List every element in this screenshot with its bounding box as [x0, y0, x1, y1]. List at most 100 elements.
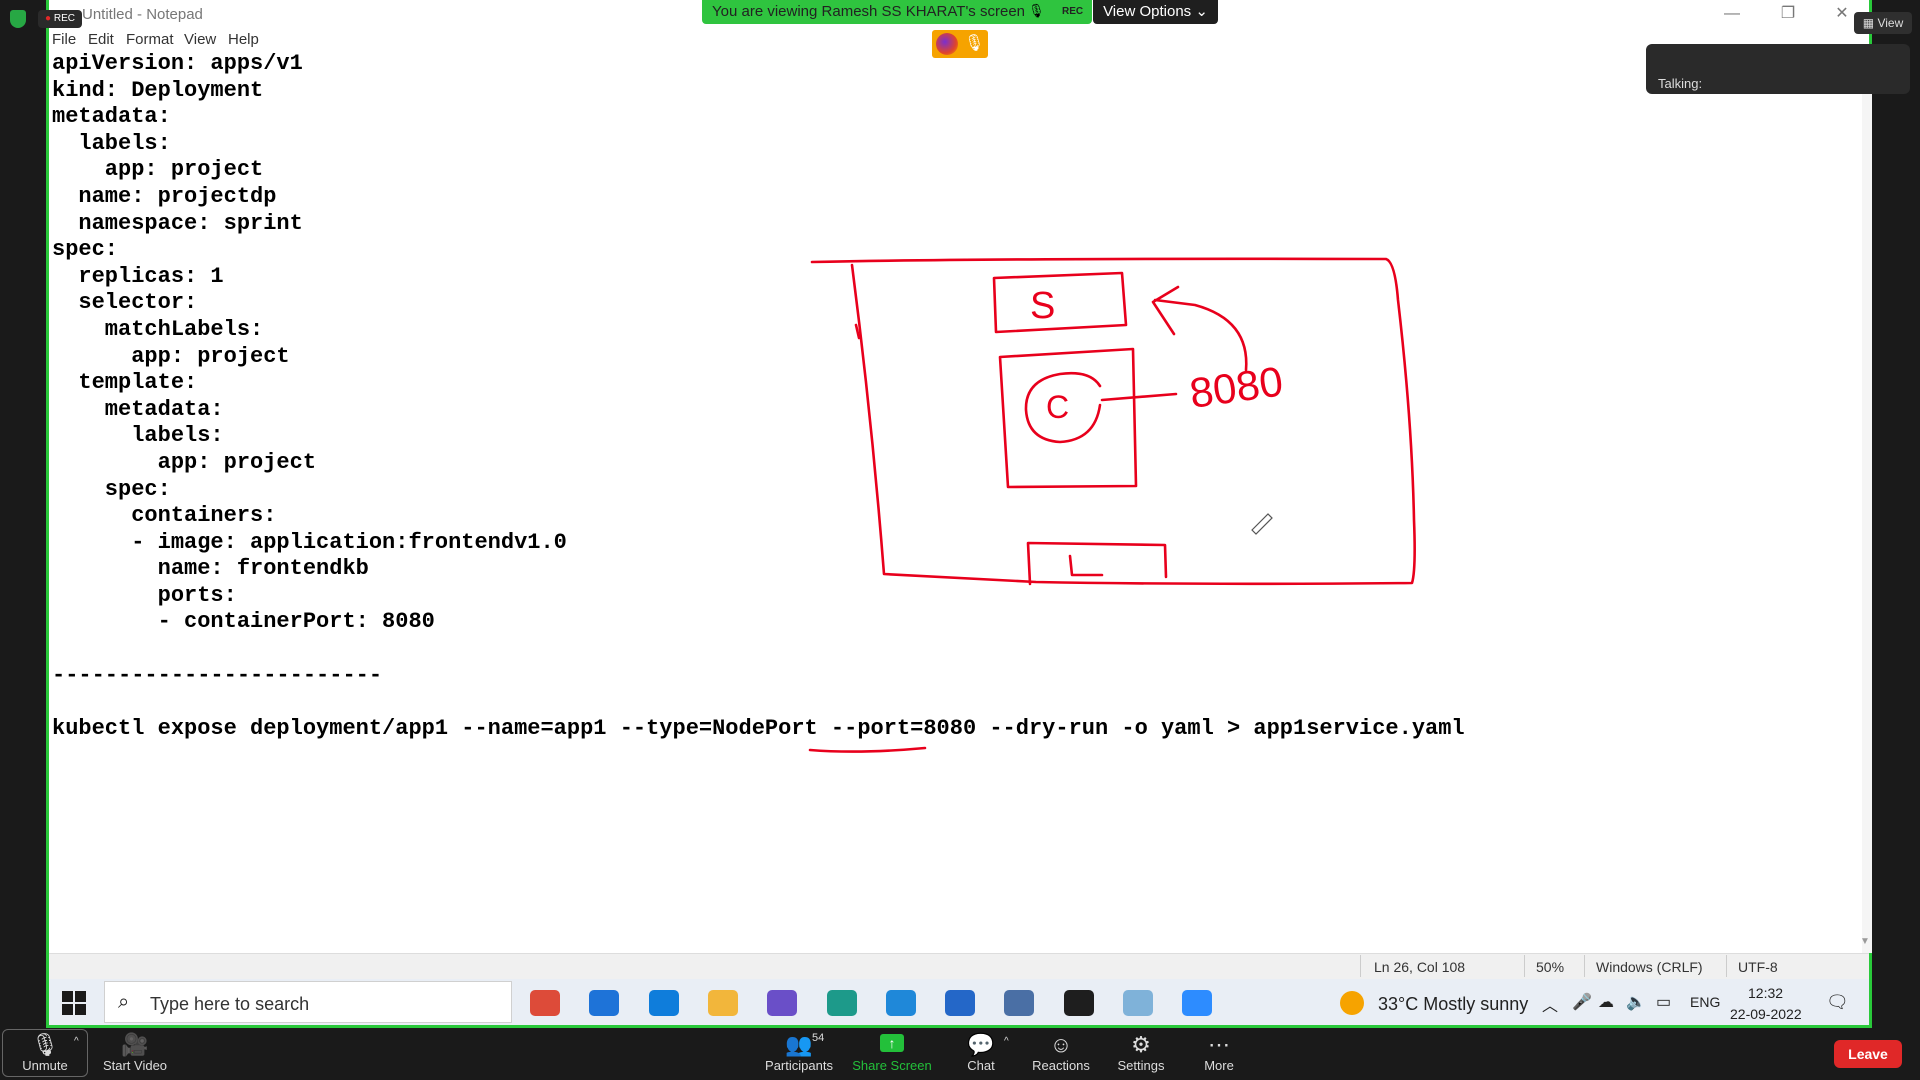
- chevron-down-icon: ⌄: [1195, 3, 1208, 20]
- encoding: UTF-8: [1738, 959, 1778, 975]
- menu-edit[interactable]: Edit: [88, 31, 114, 48]
- code-line: metadata:: [52, 396, 224, 422]
- weather-text[interactable]: 33°C Mostly sunny: [1378, 994, 1528, 1015]
- rec-badge-label: REC: [53, 13, 75, 24]
- network-tray-icon[interactable]: ☁: [1598, 992, 1614, 1012]
- maximize-button[interactable]: ❐: [1768, 2, 1808, 26]
- menu-format[interactable]: Format: [126, 31, 174, 48]
- status-separator: [1360, 955, 1361, 977]
- code-line: app: project: [52, 449, 317, 475]
- view-button[interactable]: ▦ View: [1854, 12, 1912, 34]
- talking-label: Talking:: [1658, 76, 1703, 91]
- github-desktop-icon[interactable]: [767, 990, 798, 1016]
- viewing-banner-text: You are viewing Ramesh SS KHARAT's scree…: [712, 3, 1026, 20]
- video-off-icon[interactable]: 🎥: [120, 1032, 150, 1058]
- code-line: apiVersion: apps/v1: [52, 51, 303, 76]
- start-video-label[interactable]: Start Video: [96, 1058, 174, 1073]
- chevron-up-icon[interactable]: ^: [1004, 1036, 1009, 1047]
- mail-icon[interactable]: [589, 990, 620, 1016]
- code-line: selector:: [52, 290, 198, 316]
- microphone-icon[interactable]: 🎤: [1572, 992, 1592, 1012]
- view-label: View: [1877, 16, 1904, 30]
- settings-label[interactable]: Settings: [1106, 1058, 1176, 1073]
- notification-icon[interactable]: 🗨: [1826, 992, 1849, 1013]
- code-line: name: frontendkb: [52, 556, 369, 582]
- status-separator: [1524, 955, 1525, 977]
- leave-button[interactable]: Leave: [1834, 1040, 1902, 1068]
- participants-label[interactable]: Participants: [758, 1058, 840, 1073]
- edge-beta-icon[interactable]: [826, 990, 857, 1016]
- zoom-icon[interactable]: [1182, 990, 1213, 1016]
- chevron-up-icon[interactable]: ︿: [1542, 992, 1558, 1016]
- language-indicator[interactable]: ENG: [1690, 994, 1720, 1010]
- line-ending: Windows (CRLF): [1596, 959, 1703, 975]
- status-separator: [1584, 955, 1585, 977]
- minimize-button[interactable]: —: [1712, 2, 1752, 26]
- menu-view[interactable]: View: [184, 31, 216, 48]
- reactions-label[interactable]: Reactions: [1024, 1058, 1098, 1073]
- code-line: template:: [52, 370, 198, 396]
- window-title: Untitled - Notepad: [82, 6, 203, 23]
- code-line: containers:: [52, 503, 277, 529]
- more-icon[interactable]: ⋯: [1204, 1032, 1234, 1058]
- chevron-up-icon[interactable]: ^: [74, 1036, 79, 1047]
- code-line: - image: application:frontendv1.0: [52, 529, 567, 555]
- edge-icon[interactable]: [648, 990, 679, 1016]
- code-line: -------------------------: [52, 662, 383, 688]
- settings-icon[interactable]: ⚙: [1126, 1032, 1156, 1058]
- code-line: replicas: 1: [52, 263, 224, 289]
- network-icon[interactable]: [1004, 990, 1035, 1016]
- notepad-icon[interactable]: [1123, 990, 1153, 1016]
- code-line: kubectl expose deployment/app1 --name=ap…: [52, 715, 1465, 741]
- vertical-scrollbar[interactable]: [1862, 50, 1872, 953]
- more-label[interactable]: More: [1196, 1058, 1242, 1073]
- app-blue-icon[interactable]: [885, 990, 916, 1016]
- view-options-button[interactable]: View Options ⌄: [1093, 0, 1218, 24]
- chat-label[interactable]: Chat: [958, 1058, 1004, 1073]
- chrome-icon[interactable]: [530, 990, 560, 1016]
- chat-icon[interactable]: 💬: [966, 1032, 996, 1058]
- code-line: namespace: sprint: [52, 210, 303, 236]
- battery-icon[interactable]: ▭: [1656, 992, 1671, 1012]
- muted-microphone-icon: 🎙: [31, 1032, 59, 1057]
- terminal-icon[interactable]: [1063, 990, 1094, 1016]
- file-explorer-icon[interactable]: [707, 990, 738, 1016]
- weather-icon[interactable]: [1340, 991, 1364, 1015]
- volume-icon[interactable]: 🔈: [1626, 992, 1646, 1012]
- participants-count: 54: [812, 1032, 825, 1044]
- recording-badge: ● REC: [38, 10, 82, 28]
- code-line: metadata:: [52, 104, 171, 130]
- status-separator: [1726, 955, 1727, 977]
- code-line: spec:: [52, 476, 171, 502]
- scroll-down-arrow-icon[interactable]: ▼: [1860, 936, 1870, 947]
- code-line: labels:: [52, 423, 224, 449]
- reactions-icon[interactable]: ☺: [1046, 1032, 1076, 1058]
- share-screen-icon[interactable]: ↑: [880, 1034, 904, 1052]
- share-screen-label[interactable]: Share Screen: [848, 1058, 936, 1073]
- grid-icon: ▦: [1862, 16, 1878, 30]
- firefox-icon: [936, 33, 958, 55]
- view-options-label: View Options: [1103, 3, 1192, 20]
- menu-help[interactable]: Help: [228, 31, 259, 48]
- participants-icon[interactable]: 👥: [784, 1032, 814, 1058]
- x-app-icon[interactable]: [945, 990, 976, 1016]
- search-input[interactable]: Type here to search: [150, 994, 309, 1015]
- editor-content[interactable]: apiVersion: apps/v1 kind: Deployment metad…: [52, 51, 1465, 742]
- code-line: app: project: [52, 343, 290, 369]
- code-line: kind: Deployment: [52, 77, 264, 103]
- menu-file[interactable]: File: [52, 31, 76, 48]
- microphone-icon: 🎙: [1028, 3, 1045, 18]
- search-icon: ⌕: [118, 991, 130, 1013]
- clock-date[interactable]: 22-09-2022: [1730, 1006, 1802, 1022]
- security-shield-icon[interactable]: [10, 10, 26, 28]
- microphone-icon: 🎙: [964, 35, 985, 52]
- windows-start-icon[interactable]: [60, 989, 88, 1017]
- banner-rec-label: REC: [1062, 6, 1084, 17]
- code-line: - containerPort: 8080: [52, 609, 435, 635]
- code-line: name: projectdp: [52, 183, 277, 209]
- clock-time[interactable]: 12:32: [1748, 985, 1783, 1001]
- code-line: app: project: [52, 157, 264, 183]
- code-line: ports:: [52, 582, 237, 608]
- cursor-position: Ln 26, Col 108: [1374, 959, 1466, 975]
